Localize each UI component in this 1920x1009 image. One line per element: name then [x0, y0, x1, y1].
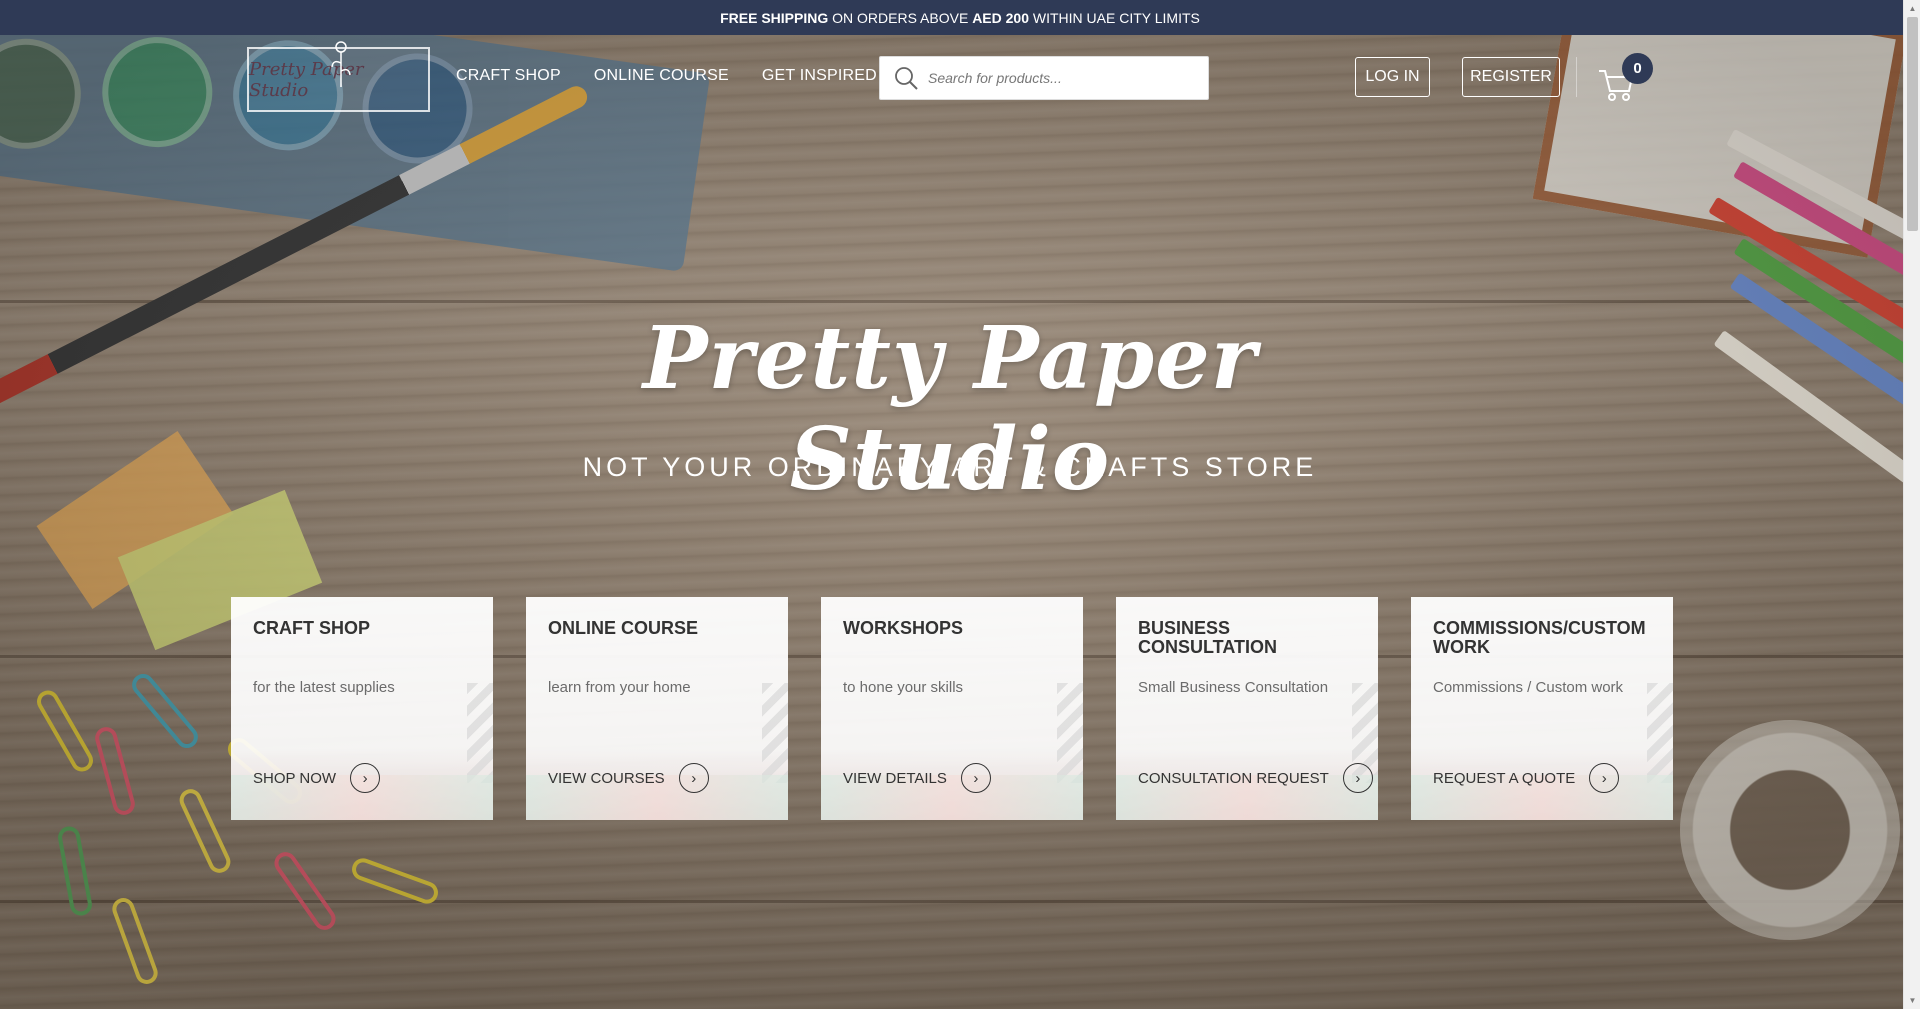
card-online-course[interactable]: ONLINE COURSE learn from your home VIEW … [526, 597, 788, 820]
card-cta-label: CONSULTATION REQUEST [1138, 769, 1329, 787]
card-title: WORKSHOPS [843, 618, 964, 638]
page: FREE SHIPPING ON ORDERS ABOVE AED 200 WI… [0, 0, 1920, 1009]
paperclip-decoration [92, 724, 138, 818]
announcement-bar: FREE SHIPPING ON ORDERS ABOVE AED 200 WI… [0, 0, 1920, 35]
nav-craft-shop[interactable]: CRAFT SHOP [456, 67, 561, 85]
main-nav: CRAFT SHOP ONLINE COURSE GET INSPIRED [456, 67, 891, 85]
card-title: ONLINE COURSE [548, 618, 699, 638]
cart-count-badge: 0 [1622, 53, 1653, 84]
card-cta-label: VIEW DETAILS [843, 769, 947, 787]
card-subtitle: for the latest supplies [253, 679, 395, 696]
search-icon[interactable] [892, 64, 920, 92]
rose-icon [331, 41, 351, 87]
page-scrollbar[interactable]: ▲ ▼ [1903, 0, 1920, 1009]
paperclip-decoration [270, 847, 340, 935]
nav-get-inspired-label: GET INSPIRED [761, 67, 877, 84]
card-cta-label: VIEW COURSES [548, 769, 665, 787]
site-header: Pretty Paper Studio CRAFT SHOP ONLINE CO… [0, 35, 1920, 120]
scroll-up-icon[interactable]: ▲ [1904, 0, 1920, 17]
card-pattern [1057, 683, 1083, 783]
card-cta-label: REQUEST A QUOTE [1433, 769, 1576, 787]
card-cta[interactable]: REQUEST A QUOTE › [1433, 763, 1620, 793]
site-logo[interactable]: Pretty Paper Studio [247, 41, 430, 112]
card-cta[interactable]: SHOP NOW › [253, 763, 381, 793]
arrow-right-icon[interactable]: › [350, 763, 381, 793]
feature-cards: CRAFT SHOP for the latest supplies SHOP … [231, 597, 1673, 820]
header-divider [1576, 57, 1577, 97]
card-pattern [762, 683, 788, 783]
hero-tagline: NOT YOUR ORDINARY ART & CRAFTS STORE [582, 452, 1318, 482]
card-pattern [1647, 683, 1673, 783]
wood-plank-line [0, 300, 1920, 303]
search-box [879, 56, 1209, 100]
card-commissions[interactable]: COMMISSIONS/CUSTOM WORK Commissions / Cu… [1411, 597, 1673, 820]
arrow-right-icon[interactable]: › [678, 763, 709, 793]
arrow-right-icon[interactable]: › [1589, 763, 1620, 793]
register-button[interactable]: REGISTER [1462, 57, 1560, 97]
login-button[interactable]: LOG IN [1355, 57, 1430, 97]
card-subtitle: Commissions / Custom work [1433, 679, 1624, 696]
announcement-text: WITHIN UAE CITY LIMITS [1029, 9, 1200, 26]
card-subtitle: Small Business Consultation [1138, 679, 1329, 696]
card-business-consultation[interactable]: BUSINESS CONSULTATION Small Business Con… [1116, 597, 1378, 820]
card-workshops[interactable]: WORKSHOPS to hone your skills VIEW DETAI… [821, 597, 1083, 820]
arrow-right-icon[interactable]: › [960, 763, 991, 793]
card-cta[interactable]: VIEW DETAILS › [843, 763, 991, 793]
announcement-text: ON ORDERS ABOVE [828, 9, 973, 26]
card-cta[interactable]: VIEW COURSES › [548, 763, 709, 793]
paperclip-decoration [56, 824, 94, 918]
scroll-down-icon[interactable]: ▼ [1904, 992, 1920, 1009]
scrollbar-thumb[interactable] [1907, 17, 1918, 231]
nav-get-inspired[interactable]: GET INSPIRED [762, 67, 891, 85]
paperclip-decoration [348, 855, 442, 907]
paperclip-decoration [32, 686, 98, 776]
pencil-decoration [1713, 330, 1920, 557]
announcement-amount: AED 200 [972, 9, 1029, 26]
cart-button[interactable]: 0 [1597, 53, 1657, 105]
card-title: BUSINESS CONSULTATION [1138, 618, 1277, 657]
arrow-right-icon[interactable]: › [1342, 763, 1373, 793]
tape-roll-decoration [1680, 720, 1900, 940]
card-subtitle: learn from your home [548, 679, 691, 696]
card-cta-label: SHOP NOW [253, 769, 337, 787]
card-craft-shop[interactable]: CRAFT SHOP for the latest supplies SHOP … [231, 597, 493, 820]
announcement-free-shipping: FREE SHIPPING [720, 9, 829, 26]
card-pattern [467, 683, 493, 783]
card-title: CRAFT SHOP [253, 618, 370, 638]
paperclip-decoration [176, 785, 234, 877]
card-cta[interactable]: CONSULTATION REQUEST › [1138, 763, 1373, 793]
search-input[interactable] [920, 57, 1208, 99]
nav-online-course[interactable]: ONLINE COURSE [594, 67, 729, 85]
paperclip-decoration [109, 894, 161, 988]
card-subtitle: to hone your skills [843, 679, 964, 696]
wood-plank-line [0, 900, 1920, 903]
paperclip-decoration [127, 669, 203, 753]
card-title: COMMISSIONS/CUSTOM WORK [1433, 618, 1646, 657]
